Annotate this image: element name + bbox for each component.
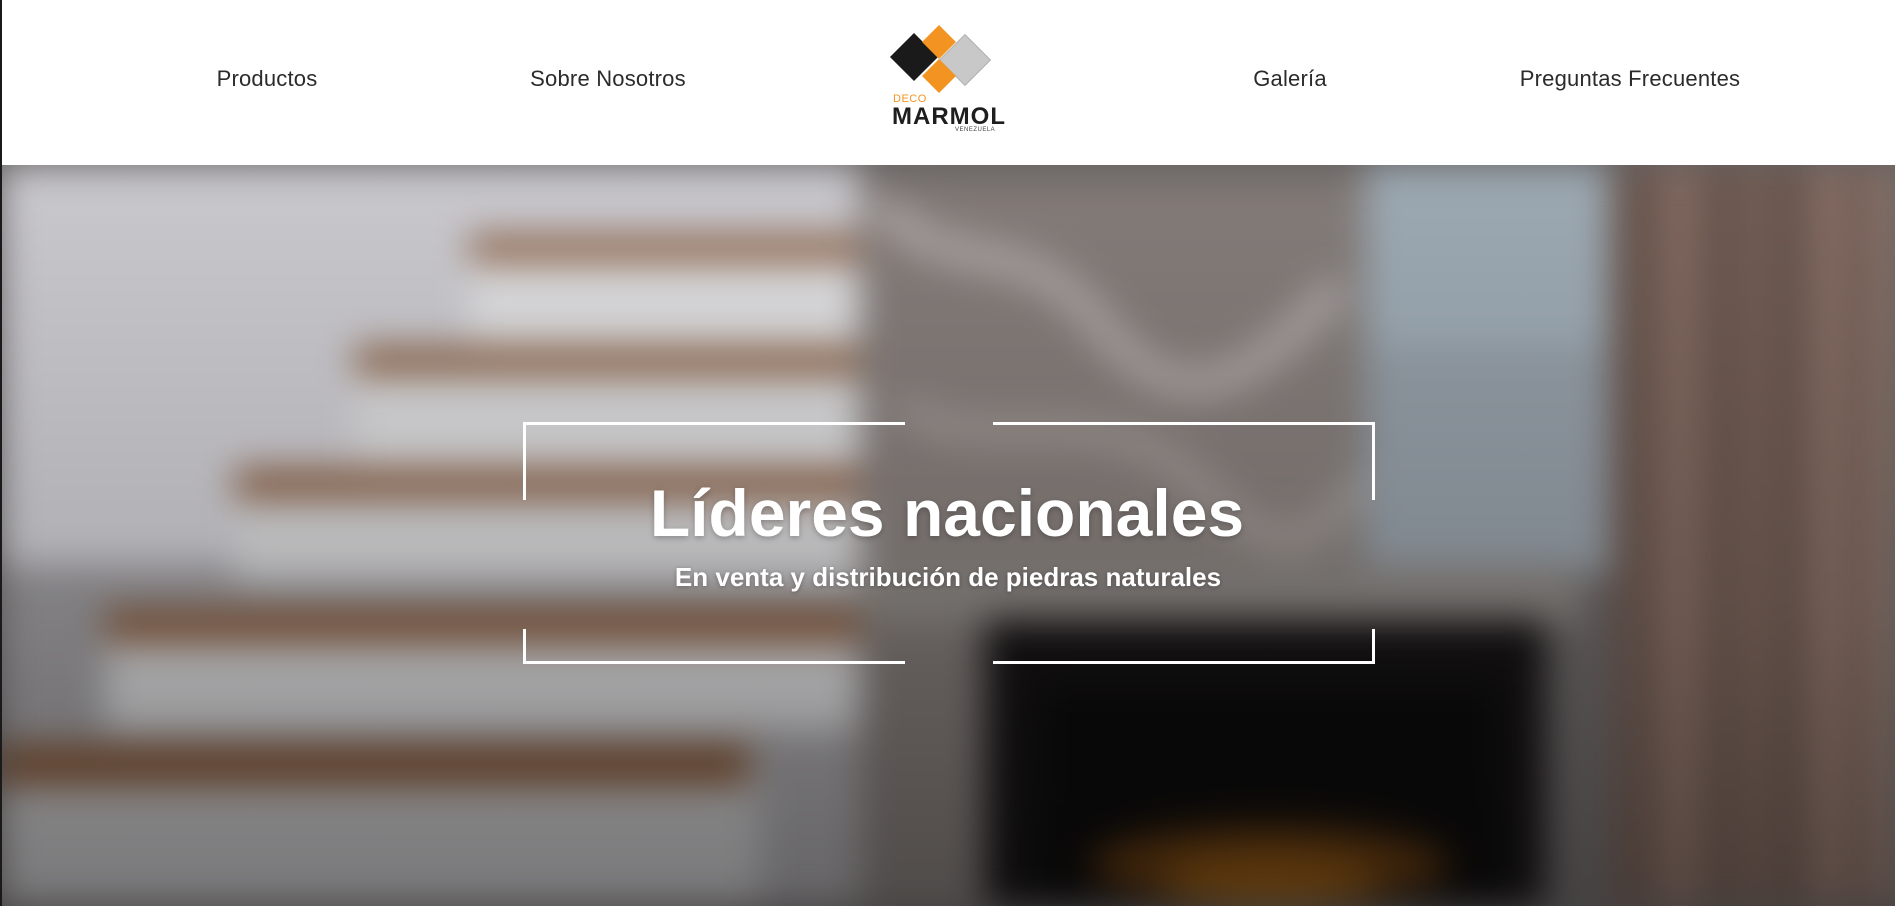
nav-link-preguntas-frecuentes[interactable]: Preguntas Frecuentes	[1520, 66, 1740, 92]
logo-venezuela-text: VENEZUELA	[955, 127, 996, 133]
frame-top-right-vertical	[1372, 422, 1375, 500]
brand-logo[interactable]: DECO MARMOL VENEZUELA	[885, 22, 1010, 142]
hero-title: Líderes nacionales	[649, 476, 1245, 550]
nav-link-sobre-nosotros[interactable]: Sobre Nosotros	[530, 66, 686, 92]
frame-top-right-horizontal	[993, 422, 1375, 425]
frame-top-left-horizontal	[523, 422, 905, 425]
frame-top-left-vertical	[523, 422, 526, 500]
page-left-border	[0, 0, 2, 906]
frame-bottom-left-vertical	[523, 629, 526, 664]
nav-link-productos[interactable]: Productos	[217, 66, 318, 92]
logo-tiles-icon	[889, 25, 992, 93]
hero-subtitle: En venta y distribución de piedras natur…	[674, 562, 1222, 592]
site-header: Productos Sobre Nosotros DECO MARMOL VEN…	[0, 0, 1895, 165]
frame-bottom-right-horizontal	[993, 661, 1375, 664]
frame-bottom-left-horizontal	[523, 661, 905, 664]
nav-link-galeria[interactable]: Galería	[1253, 66, 1327, 92]
frame-bottom-right-vertical	[1372, 629, 1375, 664]
hero-banner: Líderes nacionales En venta y distribuci…	[0, 165, 1895, 906]
